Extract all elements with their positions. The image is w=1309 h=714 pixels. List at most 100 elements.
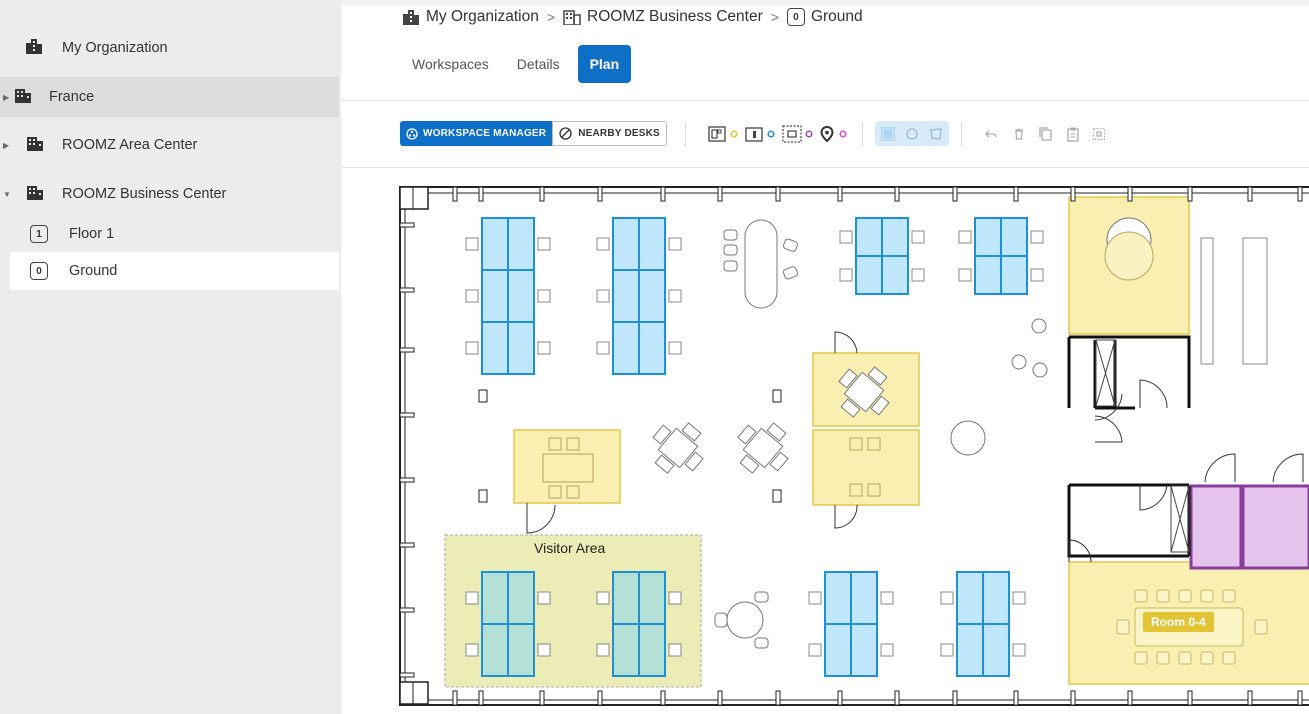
tab-workspaces[interactable]: Workspaces [402, 45, 499, 83]
caret-down-icon[interactable]: ▼ [3, 190, 11, 199]
desk-cluster [839, 217, 925, 295]
tab-details[interactable]: Details [507, 45, 570, 83]
desk[interactable] [982, 623, 1010, 677]
chair [668, 643, 682, 657]
desk[interactable] [638, 623, 666, 677]
breadcrumb-floor[interactable]: Ground [811, 8, 863, 26]
desk[interactable] [507, 321, 535, 375]
sidebar-item-ground[interactable]: 0 Ground [10, 252, 339, 290]
caret-right-icon[interactable]: ▶ [3, 93, 9, 102]
desk[interactable] [481, 623, 509, 677]
desk[interactable] [1000, 255, 1028, 295]
chair [537, 643, 551, 657]
add-zone-tool[interactable] [780, 124, 804, 144]
desk[interactable] [638, 321, 666, 375]
chair [668, 289, 682, 303]
desk[interactable] [855, 255, 883, 295]
workspace-manager-label: WORKSPACE MANAGER [423, 128, 547, 139]
desk[interactable] [850, 623, 878, 677]
mullion [1127, 186, 1133, 202]
breadcrumb-organization[interactable]: My Organization [426, 8, 539, 26]
desk[interactable] [881, 217, 909, 257]
desk[interactable] [982, 571, 1010, 625]
floor-plan[interactable]: Visitor Area Room 0-4 [395, 180, 1309, 714]
mullion [660, 690, 666, 706]
chair [465, 341, 479, 355]
floor-plan-canvas[interactable] [395, 180, 1309, 714]
sidebar-item-label: Floor 1 [69, 226, 115, 242]
mullion [1247, 690, 1253, 706]
desk[interactable] [481, 269, 509, 323]
divider [341, 100, 1309, 101]
add-desk-tool[interactable] [708, 125, 728, 143]
chair [668, 341, 682, 355]
desk[interactable] [612, 321, 640, 375]
sidebar-item-label: My Organization [62, 40, 168, 56]
floor-badge: 0 [786, 8, 805, 26]
private-office[interactable] [1241, 484, 1309, 570]
desk[interactable] [612, 217, 640, 271]
sidebar-item-france[interactable]: ▶ France [0, 77, 339, 117]
desk[interactable] [956, 571, 984, 625]
chair [596, 341, 610, 355]
add-point-tool[interactable] [818, 125, 836, 143]
desk[interactable] [881, 255, 909, 295]
desk[interactable] [638, 217, 666, 271]
mullion [1070, 186, 1076, 202]
sidebar-item-label: France [49, 89, 95, 105]
divider [341, 167, 1309, 168]
desk[interactable] [824, 623, 852, 677]
delete-icon[interactable] [1012, 127, 1026, 141]
mullion [597, 186, 603, 202]
paste-icon[interactable] [1066, 126, 1080, 142]
desk[interactable] [481, 321, 509, 375]
meeting-room[interactable] [812, 429, 920, 506]
desk[interactable] [974, 217, 1002, 257]
tab-plan[interactable]: Plan [577, 45, 632, 83]
caret-right-icon[interactable]: ▶ [3, 141, 9, 150]
chair [668, 237, 682, 251]
workspace-manager-button[interactable]: WORKSPACE MANAGER [400, 121, 553, 146]
private-office[interactable] [1189, 484, 1243, 570]
desk[interactable] [824, 571, 852, 625]
desk[interactable] [956, 623, 984, 677]
mullion [399, 672, 415, 678]
desk[interactable] [638, 571, 666, 625]
select-all-icon[interactable] [1092, 127, 1106, 141]
desk[interactable] [974, 255, 1002, 295]
mullion [399, 287, 415, 293]
location-pin-icon [820, 125, 834, 142]
nearby-desks-button[interactable]: NEARBY DESKS [552, 121, 667, 146]
polygon-select-icon[interactable] [929, 127, 943, 141]
sidebar-item-roomz-business-center[interactable]: ▼ ROOMZ Business Center [0, 174, 339, 214]
chair [839, 230, 853, 244]
desk[interactable] [612, 269, 640, 323]
sidebar-item-floor-1[interactable]: 1 Floor 1 [0, 214, 339, 254]
desk[interactable] [638, 269, 666, 323]
add-room-tool[interactable] [744, 125, 766, 143]
room-0-4-label[interactable]: Room 0-4 [1143, 612, 1214, 632]
desk[interactable] [507, 623, 535, 677]
desk[interactable] [507, 217, 535, 271]
desk[interactable] [612, 571, 640, 625]
sidebar-item-my-organization[interactable]: My Organization [0, 28, 339, 68]
mullion [399, 347, 415, 353]
sidebar-item-roomz-area-center[interactable]: ▶ ROOMZ Area Center [0, 125, 339, 165]
mullion [539, 186, 545, 202]
desk[interactable] [507, 571, 535, 625]
undo-icon[interactable] [984, 127, 998, 141]
desk-cluster [940, 571, 1026, 677]
desk[interactable] [850, 571, 878, 625]
desk[interactable] [507, 269, 535, 323]
desk[interactable] [855, 217, 883, 257]
desk[interactable] [481, 571, 509, 625]
duplicate-icon[interactable] [1038, 126, 1054, 142]
rectangle-select-icon[interactable] [880, 126, 895, 141]
desk[interactable] [612, 623, 640, 677]
circle-select-icon[interactable] [905, 127, 919, 141]
desk[interactable] [481, 217, 509, 271]
chair [940, 591, 954, 605]
breadcrumb-building[interactable]: ROOMZ Business Center [587, 8, 763, 26]
toolbar-divider [684, 121, 686, 146]
desk[interactable] [1000, 217, 1028, 257]
